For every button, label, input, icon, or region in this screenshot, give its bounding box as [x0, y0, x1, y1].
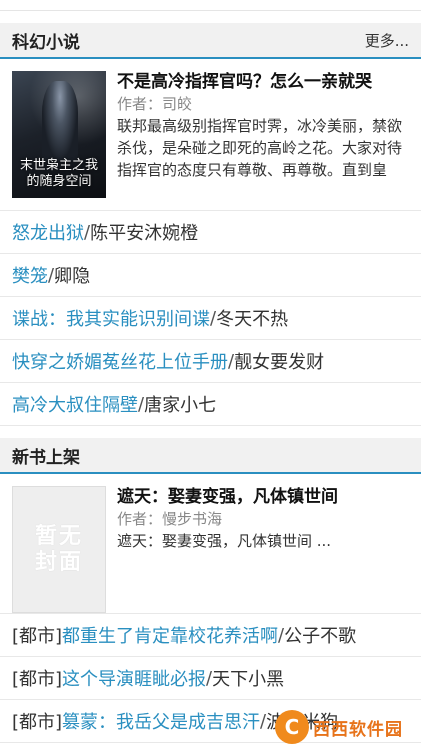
book-author: 卿隐 — [54, 266, 91, 287]
book-info: 不是高冷指挥官吗？怎么一亲就哭 作者：司皎 联邦最高级别指挥官时霁，冰冷美丽，禁… — [117, 71, 409, 200]
cover-title-text: 末世枭主之我的随身空间 — [19, 158, 98, 189]
author-name: 司皎 — [162, 95, 193, 113]
section-gap — [0, 11, 421, 23]
list-item[interactable]: 谍战：我其实能识别间谍 / 冬天不热 — [0, 297, 421, 340]
book-author: 公子不歌 — [284, 626, 357, 647]
more-link[interactable]: 更多... — [365, 30, 409, 51]
book-link[interactable]: 都重生了肯定靠校花养活啊 — [62, 622, 278, 648]
book-title[interactable]: 不是高冷指挥官吗？怎么一亲就哭 — [117, 71, 409, 93]
book-link[interactable]: 高冷大叔住隔壁 — [12, 391, 138, 417]
list-item[interactable]: [都市] 都重生了肯定靠校花养活啊 / 公子不歌 — [0, 614, 421, 657]
book-info: 遮天：娶妻变强，凡体镇世间 作者：慢步书海 遮天：娶妻变强，凡体镇世间 ... — [117, 486, 409, 603]
section-header-scifi: 科幻小说 更多... — [0, 23, 421, 59]
section-header-new-books: 新书上架 — [0, 438, 421, 474]
book-cover[interactable]: 末世枭主之我的随身空间 — [12, 71, 106, 198]
author-name: 慢步书海 — [162, 510, 223, 528]
cover-figure — [42, 81, 78, 161]
featured-book[interactable]: 暂无封面 遮天：娶妻变强，凡体镇世间 作者：慢步书海 遮天：娶妻变强，凡体镇世间… — [0, 474, 421, 614]
featured-book[interactable]: 末世枭主之我的随身空间 不是高冷指挥官吗？怎么一亲就哭 作者：司皎 联邦最高级别… — [0, 59, 421, 211]
list-item[interactable]: 怒龙出狱 / 陈平安沐婉橙 — [0, 211, 421, 254]
category-tag: [都市] — [12, 626, 63, 647]
book-author: 靓女要发财 — [234, 352, 325, 373]
book-link[interactable]: 快穿之娇媚菟丝花上位手册 — [12, 348, 228, 374]
author-line: 作者：司皎 — [117, 93, 409, 115]
category-tag: [都市] — [12, 669, 63, 690]
book-synopsis: 遮天：娶妻变强，凡体镇世间 ... — [117, 532, 332, 550]
book-link[interactable]: 这个导演睚眦必报 — [62, 665, 206, 691]
book-link[interactable]: 谍战：我其实能识别间谍 — [12, 305, 210, 331]
author-label: 作者： — [117, 510, 163, 528]
book-author: 天下小黑 — [212, 669, 285, 690]
author-line: 作者：慢步书海 — [117, 508, 409, 530]
book-author: 冬天不热 — [216, 309, 289, 330]
author-label: 作者： — [117, 95, 163, 113]
watermark-text: 西西软件园 — [313, 719, 403, 740]
list-item[interactable]: 高冷大叔住隔壁 / 唐家小七 — [0, 383, 421, 426]
no-cover-text: 暂无封面 — [34, 523, 83, 575]
list-item[interactable]: 快穿之娇媚菟丝花上位手册 / 靓女要发财 — [0, 340, 421, 383]
watermark-logo-icon: C — [275, 710, 309, 744]
book-link[interactable]: 怒龙出狱 — [12, 219, 84, 245]
book-title[interactable]: 遮天：娶妻变强，凡体镇世间 — [117, 486, 409, 508]
book-link[interactable]: 樊笼 — [12, 262, 48, 288]
list-item[interactable]: 樊笼 / 卿隐 — [0, 254, 421, 297]
top-strip — [0, 0, 421, 11]
section-title: 新书上架 — [12, 447, 80, 468]
book-cover-placeholder[interactable]: 暂无封面 — [12, 486, 106, 613]
book-link[interactable]: 篡蒙：我岳父是成吉思汗 — [62, 708, 260, 734]
list-item[interactable]: [都市] 这个导演睚眦必报 / 天下小黑 — [0, 657, 421, 700]
book-author: 唐家小七 — [144, 395, 217, 416]
book-author: 陈平安沐婉橙 — [90, 223, 199, 244]
book-synopsis: 联邦最高级别指挥官时霁，冰冷美丽，禁欲杀伐，是朵碰之即死的高岭之花。大家对待指挥… — [117, 117, 403, 179]
section-gap — [0, 426, 421, 438]
site-watermark: C 西西软件园 — [275, 710, 415, 744]
category-tag: [都市] — [12, 712, 63, 733]
section-title: 科幻小说 — [12, 32, 80, 53]
